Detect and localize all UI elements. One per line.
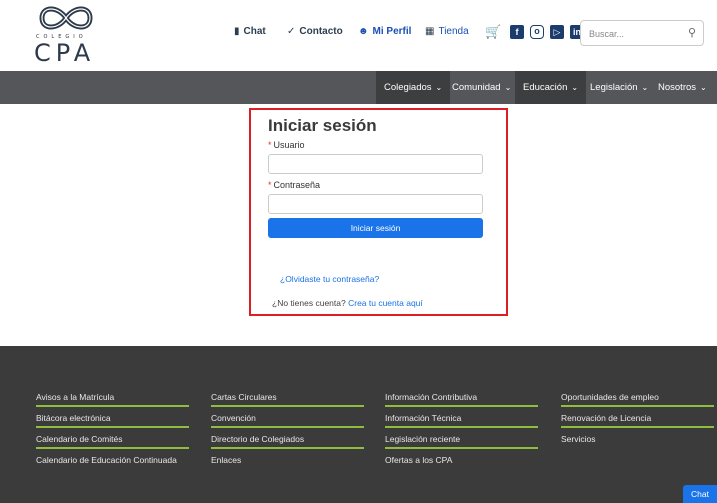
username-label-text: Usuario xyxy=(273,140,305,150)
footer: Avisos a la Matrícula Bitácora electróni… xyxy=(0,346,717,503)
cart-icon[interactable]: 🛒 xyxy=(485,24,501,40)
footer-link[interactable]: Enlaces xyxy=(211,453,364,474)
main-nav: Colegiados ⌄ Comunidad ⌄ Educación ⌄ Legisl… xyxy=(0,71,717,104)
tienda-link-label: Tienda xyxy=(438,26,469,37)
phone-icon: ✓ xyxy=(287,26,296,37)
username-label: * Usuario xyxy=(268,140,305,150)
header: COLEGIO CPA ▮ Chat ✓ Contacto ☻ Mi Perfi… xyxy=(0,0,717,70)
search-box: ⚲ xyxy=(580,20,704,46)
social-links: f o ▷ in xyxy=(510,25,584,39)
login-form: Iniciar sesión * Usuario * Contraseña Inic… xyxy=(249,108,508,316)
footer-column-1: Avisos a la Matrícula Bitácora electróni… xyxy=(36,390,189,474)
chevron-down-icon: ⌄ xyxy=(504,83,512,92)
no-account-text: ¿No tienes cuenta? xyxy=(272,298,346,308)
required-mark: * xyxy=(268,180,272,190)
nav-nosotros[interactable]: Nosotros ⌄ xyxy=(650,71,715,104)
search-input[interactable] xyxy=(589,26,679,42)
contacto-link-label: Contacto xyxy=(299,26,343,37)
nav-nosotros-label: Nosotros xyxy=(658,82,697,93)
chat-link-label: Chat xyxy=(243,26,266,37)
nav-educacion[interactable]: Educación ⌄ xyxy=(515,71,587,104)
nav-comunidad[interactable]: Comunidad ⌄ xyxy=(444,71,519,104)
mi-perfil-link[interactable]: ☻ Mi Perfil xyxy=(358,26,411,37)
create-account-link[interactable]: Crea tu cuenta aquí xyxy=(348,298,423,308)
nav-educacion-label: Educación xyxy=(523,82,568,93)
footer-column-3: Información Contributiva Información Téc… xyxy=(385,390,538,474)
footer-link[interactable]: Cartas Circulares xyxy=(211,390,364,411)
footer-link[interactable]: Oportunidades de empleo xyxy=(561,390,714,411)
youtube-icon[interactable]: ▷ xyxy=(550,25,564,39)
login-title: Iniciar sesión xyxy=(268,116,377,135)
nav-colegiados[interactable]: Colegiados ⌄ xyxy=(376,71,451,104)
chevron-down-icon: ⌄ xyxy=(571,83,579,92)
tienda-link[interactable]: ▦ Tienda xyxy=(425,26,469,37)
chat-widget-button[interactable]: Chat xyxy=(683,485,717,503)
chevron-down-icon: ⌄ xyxy=(700,83,707,92)
logo-icon xyxy=(39,6,93,30)
footer-link[interactable]: Servicios xyxy=(561,432,714,453)
chevron-down-icon: ⌄ xyxy=(435,83,443,92)
instagram-icon[interactable]: o xyxy=(530,25,544,39)
password-field[interactable] xyxy=(268,194,483,214)
footer-link[interactable]: Información Técnica xyxy=(385,411,538,432)
required-mark: * xyxy=(268,140,272,150)
chevron-down-icon: ⌄ xyxy=(641,83,649,92)
username-field[interactable] xyxy=(268,154,483,174)
footer-column-2: Cartas Circulares Convención Directorio … xyxy=(211,390,364,474)
chat-bubble-icon: ▮ xyxy=(234,26,240,37)
footer-link[interactable]: Información Contributiva xyxy=(385,390,538,411)
footer-column-4: Oportunidades de empleo Renovación de Li… xyxy=(561,390,714,453)
password-label-text: Contraseña xyxy=(273,180,321,190)
facebook-icon[interactable]: f xyxy=(510,25,524,39)
footer-link[interactable]: Directorio de Colegiados xyxy=(211,432,364,453)
footer-link[interactable]: Calendario de Educación Continuada xyxy=(36,453,189,474)
footer-link[interactable]: Ofertas a los CPA xyxy=(385,453,538,474)
forgot-password-link[interactable]: ¿Olvidaste tu contraseña? xyxy=(280,274,379,284)
logo[interactable]: COLEGIO CPA xyxy=(30,2,100,67)
footer-link[interactable]: Legislación reciente xyxy=(385,432,538,453)
footer-link[interactable]: Bitácora electrónica xyxy=(36,411,189,432)
footer-link[interactable]: Avisos a la Matrícula xyxy=(36,390,189,411)
chat-link[interactable]: ▮ Chat xyxy=(234,26,266,37)
footer-link[interactable]: Convención xyxy=(211,411,364,432)
nav-colegiados-label: Colegiados xyxy=(384,82,432,93)
logo-text: CPA xyxy=(34,39,96,67)
footer-link[interactable]: Calendario de Comités xyxy=(36,432,189,453)
nav-comunidad-label: Comunidad xyxy=(452,82,501,93)
nav-legislacion[interactable]: Legislación ⌄ xyxy=(582,71,656,104)
search-icon[interactable]: ⚲ xyxy=(688,26,696,39)
mi-perfil-link-label: Mi Perfil xyxy=(372,26,412,37)
signup-prompt: ¿No tienes cuenta? Crea tu cuenta aquí xyxy=(272,298,423,308)
user-icon: ☻ xyxy=(358,26,369,37)
login-button[interactable]: Iniciar sesión xyxy=(268,218,483,238)
gift-icon: ▦ xyxy=(425,26,435,37)
password-label: * Contraseña xyxy=(268,180,320,190)
footer-link[interactable]: Renovación de Licencia xyxy=(561,411,714,432)
contacto-link[interactable]: ✓ Contacto xyxy=(287,26,343,37)
nav-legislacion-label: Legislación xyxy=(590,82,638,93)
